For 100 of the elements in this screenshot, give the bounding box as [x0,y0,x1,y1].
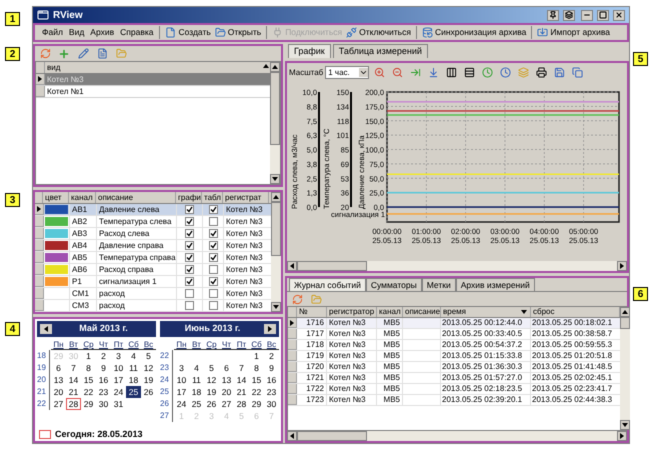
checkbox[interactable] [208,204,218,214]
table-row[interactable]: AB6 Расход справа Котел №3 [35,264,271,276]
column-header[interactable]: графи [176,192,202,202]
color-swatch[interactable] [45,228,68,238]
calendar-day[interactable]: 22 [81,386,96,398]
color-swatch[interactable] [45,264,68,274]
restore-button[interactable] [563,10,575,20]
toolbar-button[interactable]: Синхронизация архива [420,26,528,39]
table-row[interactable]: AB1 Давление слева Котел №3 [35,204,271,216]
calendar-day[interactable]: 15 [81,374,96,386]
calendar-day[interactable]: 9 [96,362,111,374]
calendar-day[interactable]: 17 [111,374,126,386]
calendar-day[interactable]: 5 [141,350,156,362]
table-row[interactable]: 1720 Котел №3 MB5 2013.05.25 01:36:30.3 2013.05.25 01:41:48.5 [288,362,620,373]
color-swatch[interactable] [45,252,68,262]
calendar-day[interactable]: 28 [66,398,81,410]
menu-item[interactable]: Вид [66,26,88,39]
calendar-day[interactable]: 18 [189,386,204,398]
calendar-day[interactable]: 21 [234,386,249,398]
table-row[interactable]: 1723 Котел №3 MB5 2013.05.25 02:39:20.1 2013.05.25 02:44:38.3 [288,395,620,406]
calendar-day[interactable]: 9 [264,362,279,374]
column-header[interactable]: время [441,307,531,317]
scroll-left-button[interactable] [287,261,297,271]
calendar-day[interactable]: 28 [234,398,249,410]
calendar-day[interactable]: 16 [264,374,279,386]
scrollbar[interactable] [287,431,627,441]
calendar-day[interactable]: 11 [126,362,141,374]
table-row[interactable]: AB3 Расход слева Котел №3 [35,228,271,240]
checkbox[interactable] [185,204,194,214]
close-button[interactable] [613,10,625,20]
checkbox[interactable] [208,288,218,298]
calendar-day[interactable]: 22 [249,386,264,398]
color-swatch[interactable] [45,240,68,250]
calendar-day[interactable]: 3 [111,350,126,362]
scrollbar[interactable] [287,261,627,271]
calendar-day[interactable]: 21 [66,386,81,398]
column-header[interactable]: канал [69,192,96,202]
calendar-day[interactable]: 19 [141,374,156,386]
maximize-button[interactable] [597,10,609,20]
pin-button[interactable] [547,10,559,20]
column-header[interactable]: описание [403,307,441,317]
column-header[interactable]: регистратор [327,307,377,317]
today-label[interactable]: Сегодня: 28.05.2013 [55,428,142,441]
column-header[interactable]: № [297,307,327,317]
scrollbar[interactable] [270,62,280,184]
calendar-day[interactable]: 4 [126,350,141,362]
calendar-day[interactable]: 19 [204,386,219,398]
calendar-day[interactable]: 12 [204,374,219,386]
calendar-day[interactable]: 26 [204,398,219,410]
calendar-day[interactable]: 3 [174,362,189,374]
color-swatch[interactable] [45,276,68,286]
toolbar-button[interactable]: Создать [163,26,213,39]
calendar-day[interactable]: 31 [111,398,126,410]
calendar-day[interactable]: 7 [234,362,249,374]
menu-item[interactable]: Файл [39,26,66,39]
scale-select[interactable]: 1 час. [325,66,370,79]
scroll-left-button[interactable] [287,431,297,441]
checkbox[interactable] [208,300,218,310]
column-header[interactable]: канал [377,307,403,317]
previous-month-button[interactable] [40,324,52,334]
table-row[interactable]: 1716 Котел №3 MB5 2013.05.25 00:12:44.0 2013.05.25 00:18:02.1 [288,318,620,329]
calendar-day[interactable]: 27 [219,398,234,410]
checkbox[interactable] [185,240,194,250]
calendar-day[interactable]: 8 [81,362,96,374]
calendar-day[interactable]: 1 [249,350,264,362]
table-row[interactable]: 1719 Котел №3 MB5 2013.05.25 01:15:33.8 2013.05.25 01:20:51.8 [288,351,620,362]
calendar-day[interactable]: 26 [141,386,156,398]
calendar-day[interactable]: 14 [66,374,81,386]
checkbox[interactable] [208,264,218,274]
calendar-day[interactable]: 16 [96,374,111,386]
calendar-day[interactable]: 30 [96,398,111,410]
scroll-up-button[interactable] [620,307,630,317]
calendar-day[interactable]: 27 [51,398,66,410]
checkbox[interactable] [185,288,194,298]
table-row[interactable]: 1718 Котел №3 MB5 2013.05.25 00:54:37.2 2013.05.25 00:59:55.3 [288,340,620,351]
table-row[interactable]: AB4 Давление справа Котел №3 [35,240,271,252]
calendar-day[interactable]: 14 [234,374,249,386]
next-month-button[interactable] [264,324,276,334]
calendar-day[interactable]: 13 [51,374,66,386]
calendar-day[interactable]: 6 [51,362,66,374]
column-header[interactable]: табл [202,192,223,202]
toolbar-button[interactable]: Отключиться [344,26,413,39]
table-row[interactable]: 1722 Котел №3 MB5 2013.05.25 02:18:23.5 2013.05.25 02:23:41.7 [288,384,620,395]
scrollbar[interactable] [271,192,281,312]
toolbar-button[interactable]: Импорт архива [535,26,612,39]
scroll-right-button[interactable] [617,431,627,441]
calendar-day[interactable]: 17 [174,386,189,398]
table-row[interactable]: CM1 расход Котел №3 [35,288,271,300]
calendar-day[interactable]: 29 [249,398,264,410]
calendar-day[interactable]: 4 [189,362,204,374]
column-header[interactable]: описание [96,192,176,202]
checkbox[interactable] [185,252,194,262]
scroll-thumb[interactable] [270,72,280,145]
calendar-day[interactable]: 25 [126,386,141,398]
scroll-up-button[interactable] [271,192,281,202]
tab[interactable]: Журнал событий [289,278,366,291]
calendar-day[interactable]: 24 [111,386,126,398]
scroll-down-button[interactable] [270,174,280,184]
calendar-day[interactable]: 24 [174,398,189,410]
tab[interactable]: Метки [422,278,456,291]
